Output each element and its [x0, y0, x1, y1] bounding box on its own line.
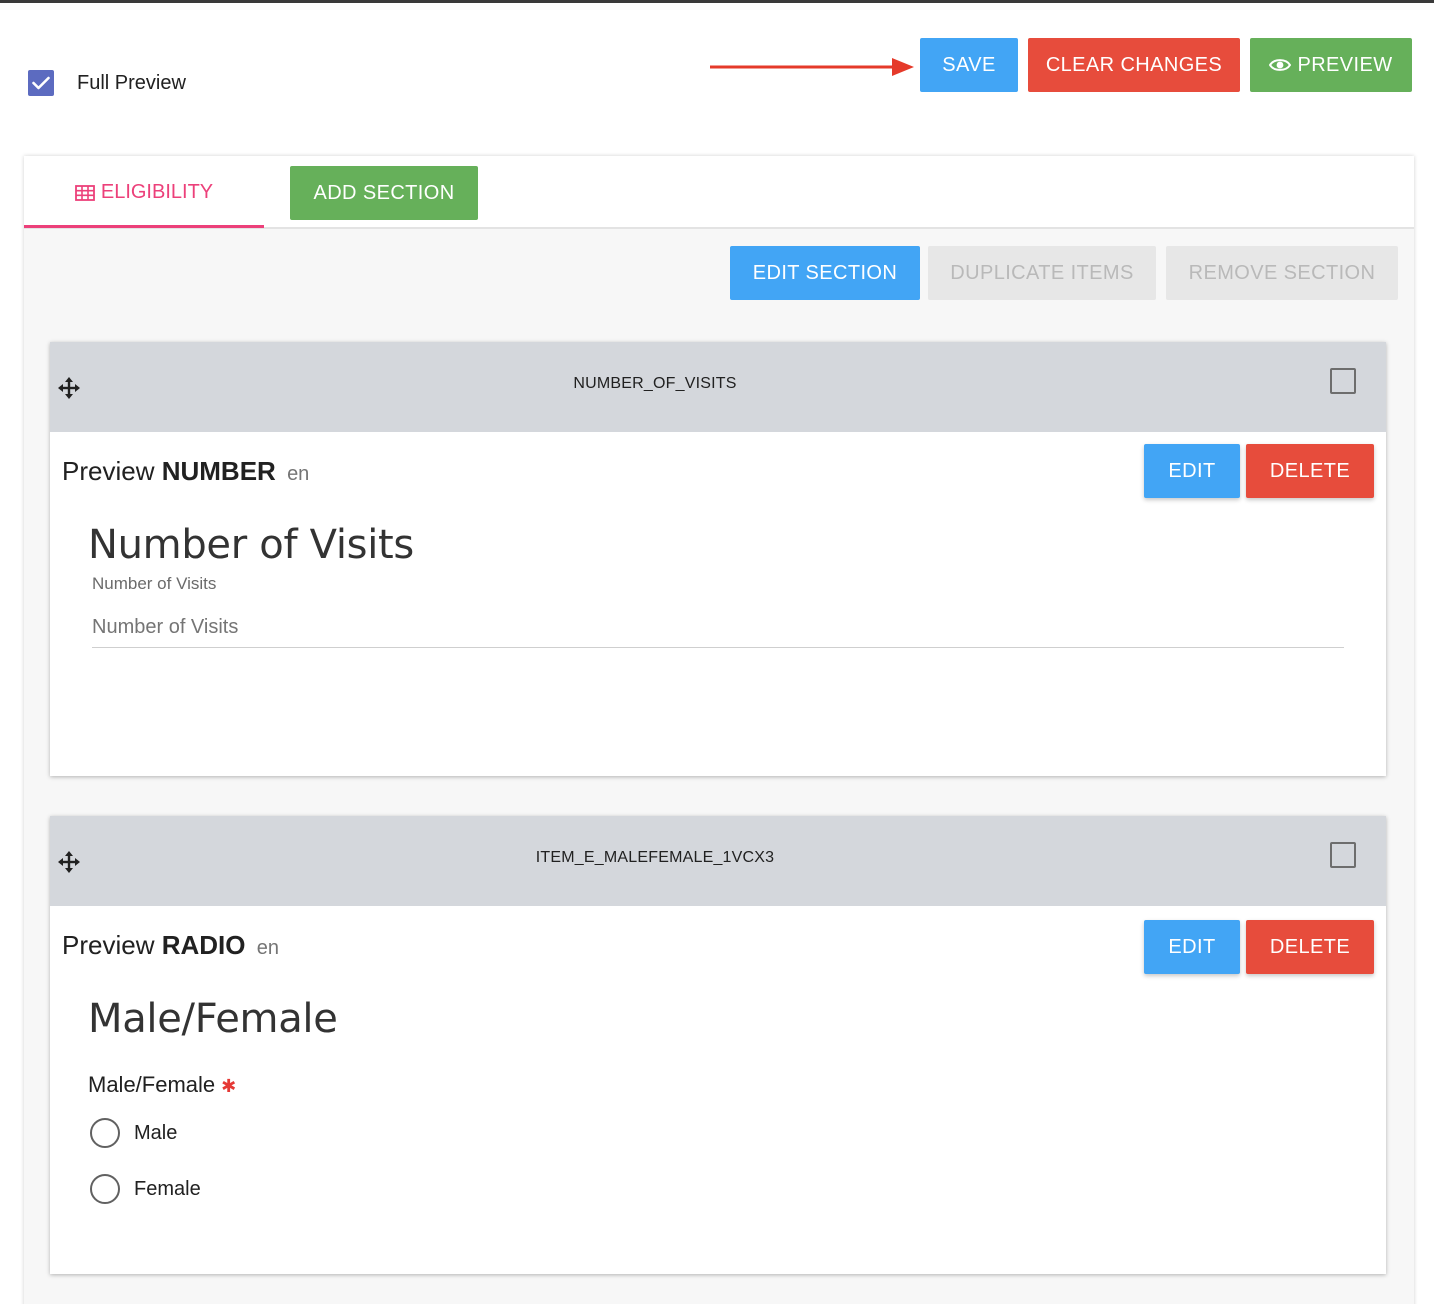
radio-option-label: Female: [134, 1177, 201, 1200]
preview-type-line: Preview NUMBER en: [62, 456, 309, 487]
radio-button[interactable]: [90, 1174, 120, 1204]
annotation-arrow-icon: [710, 58, 914, 76]
radio-question: Male/Female ✱: [88, 1072, 236, 1098]
full-preview-label: Full Preview: [77, 71, 186, 94]
eye-icon: [1269, 57, 1292, 73]
item-card-radio: ITEM_E_MALEFEMALE_1VCX3 Preview RADIO en…: [50, 816, 1386, 1274]
item-lang: en: [287, 463, 310, 485]
form-editor-panel: ELIGIBILITY ADD SECTION EDIT SECTION DUP…: [24, 156, 1414, 1304]
full-preview-checkbox[interactable]: [28, 70, 54, 96]
item-id-label: NUMBER_OF_VISITS: [573, 375, 737, 392]
active-tab-indicator: [24, 225, 264, 228]
item-card-number: NUMBER_OF_VISITS Preview NUMBER en EDIT …: [50, 342, 1386, 776]
item-card-header: ITEM_E_MALEFEMALE_1VCX3: [50, 816, 1386, 906]
field-label: Number of Visits: [92, 574, 217, 593]
preview-word: Preview: [62, 930, 155, 960]
add-section-button[interactable]: ADD SECTION: [290, 166, 478, 220]
save-button[interactable]: SAVE: [920, 38, 1018, 92]
edit-item-button[interactable]: EDIT: [1144, 444, 1240, 498]
duplicate-items-button[interactable]: DUPLICATE ITEMS: [928, 246, 1156, 300]
required-asterisk: ✱: [221, 1076, 237, 1096]
item-lang: en: [256, 937, 279, 959]
radio-button[interactable]: [90, 1118, 120, 1148]
item-type: NUMBER: [161, 456, 276, 486]
tab-eligibility[interactable]: ELIGIBILITY: [24, 156, 264, 229]
edit-item-button[interactable]: EDIT: [1144, 920, 1240, 974]
preview-button[interactable]: PREVIEW: [1250, 38, 1412, 92]
item-select-checkbox[interactable]: [1330, 842, 1356, 868]
full-preview-toggle[interactable]: Full Preview: [28, 70, 186, 96]
delete-item-button[interactable]: DELETE: [1246, 444, 1374, 498]
section-tab-bar: ELIGIBILITY ADD SECTION: [24, 156, 1414, 229]
item-title: Number of Visits: [88, 522, 414, 568]
number-of-visits-input[interactable]: [92, 608, 1344, 648]
item-card-header: NUMBER_OF_VISITS: [50, 342, 1386, 432]
item-select-checkbox[interactable]: [1330, 368, 1356, 394]
radio-option-male[interactable]: Male: [90, 1118, 177, 1148]
table-icon: [74, 184, 95, 201]
tab-eligibility-label: ELIGIBILITY: [100, 181, 214, 203]
radio-option-label: Male: [134, 1121, 178, 1144]
checkmark-icon: [32, 76, 50, 90]
item-title: Male/Female: [88, 996, 338, 1042]
preview-word: Preview: [62, 456, 155, 486]
delete-item-button[interactable]: DELETE: [1246, 920, 1374, 974]
preview-type-line: Preview RADIO en: [62, 930, 279, 961]
clear-changes-button[interactable]: CLEAR CHANGES: [1028, 38, 1240, 92]
item-type: RADIO: [161, 930, 246, 960]
radio-question-label: Male/Female: [88, 1072, 216, 1097]
preview-button-label: PREVIEW: [1297, 53, 1393, 76]
remove-section-button[interactable]: REMOVE SECTION: [1166, 246, 1398, 300]
top-border: [0, 0, 1434, 3]
edit-section-button[interactable]: EDIT SECTION: [730, 246, 920, 300]
radio-option-female[interactable]: Female: [90, 1174, 201, 1204]
item-id-label: ITEM_E_MALEFEMALE_1VCX3: [535, 849, 775, 866]
